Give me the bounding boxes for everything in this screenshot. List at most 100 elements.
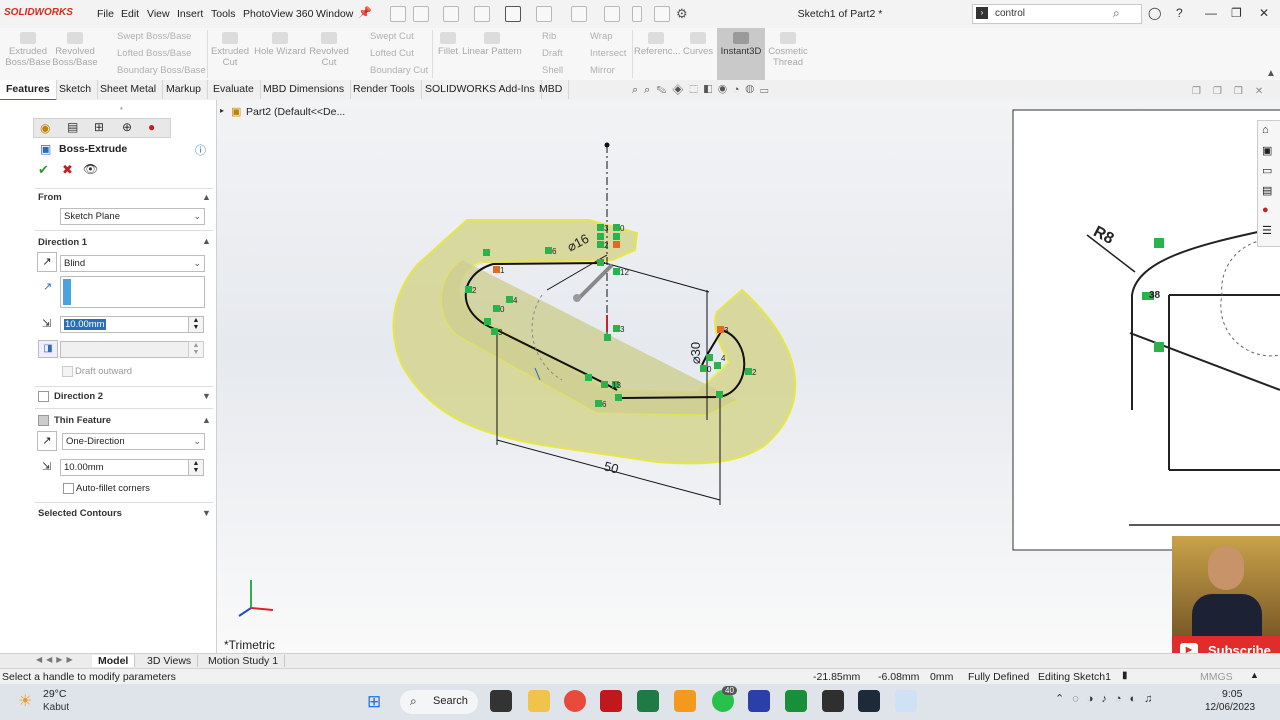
direction1-header[interactable]: Direction 1: [38, 237, 87, 248]
app-orange-icon[interactable]: [674, 690, 696, 712]
status-units[interactable]: MMGS: [1200, 671, 1233, 683]
search-input[interactable]: › control ⌕: [972, 4, 1142, 24]
pin-icon[interactable]: 📌: [358, 6, 372, 19]
reference-geometry-button[interactable]: Referenc...: [634, 46, 680, 57]
depth-input[interactable]: 10.00mm: [60, 316, 191, 333]
new-document-icon[interactable]: [413, 6, 429, 22]
from-select[interactable]: Sketch Plane ⌄: [60, 208, 205, 225]
tab-scroll-arrows[interactable]: ◀◀▶▶: [36, 655, 77, 664]
chevron-up-icon[interactable]: ▲: [202, 236, 211, 246]
menu-insert[interactable]: Insert: [177, 8, 203, 20]
rebuild-icon[interactable]: [604, 6, 620, 22]
menu-view[interactable]: View: [147, 8, 170, 20]
menu-photoview[interactable]: PhotoView 360: [243, 8, 313, 20]
folder-icon[interactable]: ▭: [1262, 164, 1272, 177]
tab-mbd[interactable]: MBD: [533, 80, 570, 99]
snipping-icon[interactable]: [895, 690, 917, 712]
feature-manager-icon[interactable]: ◉: [40, 121, 50, 135]
app-green-icon[interactable]: [785, 690, 807, 712]
excel-icon[interactable]: [637, 690, 659, 712]
swept-cut-button[interactable]: Swept Cut: [370, 31, 414, 42]
tab-model[interactable]: Model: [92, 655, 136, 667]
reverse-thin-direction-icon[interactable]: ↗: [37, 431, 57, 451]
chevron-up-icon[interactable]: ▲: [202, 192, 211, 202]
open-icon[interactable]: [443, 6, 459, 22]
draft-outward-checkbox[interactable]: [62, 366, 73, 377]
dimxpert-icon[interactable]: ⊕: [122, 120, 132, 134]
menu-window[interactable]: Window: [316, 8, 353, 20]
clock-time[interactable]: 9:05: [1222, 688, 1242, 700]
cancel-button[interactable]: ✖: [62, 162, 73, 178]
app-dark-icon[interactable]: [822, 690, 844, 712]
chrome-icon[interactable]: [564, 690, 586, 712]
tab-render-tools[interactable]: Render Tools: [347, 80, 422, 99]
swept-boss-button[interactable]: Swept Boss/Base: [117, 31, 191, 42]
shell-button[interactable]: Shell: [542, 65, 563, 76]
file-explorer-icon[interactable]: ▤: [1262, 184, 1272, 197]
extruded-boss-button[interactable]: Extruded Boss/Base: [4, 46, 52, 68]
tab-evaluate[interactable]: Evaluate: [207, 80, 261, 99]
appearances-icon[interactable]: ●: [1262, 204, 1269, 216]
tab-markup[interactable]: Markup: [160, 80, 209, 99]
depth-spinner[interactable]: ▲ ▼: [188, 316, 204, 333]
terminal-icon[interactable]: [858, 690, 880, 712]
selected-contours-header[interactable]: Selected Contours: [38, 508, 122, 519]
tab-sheet-metal[interactable]: Sheet Metal: [94, 80, 164, 99]
help-icon[interactable]: ?: [1176, 6, 1183, 20]
boundary-boss-button[interactable]: Boundary Boss/Base: [117, 65, 206, 76]
system-tray-icons[interactable]: ⌃◌◑♪◔◐♫: [1055, 692, 1160, 705]
search-icon[interactable]: ⌕: [1113, 6, 1120, 21]
solidworks-taskbar-icon[interactable]: [600, 690, 622, 712]
chevron-down-icon[interactable]: ▼: [202, 508, 211, 518]
gear-icon[interactable]: ⚙: [676, 6, 688, 22]
revolved-boss-button[interactable]: Revolved Boss/Base: [51, 46, 99, 68]
hole-wizard-button[interactable]: Hole Wizard: [252, 46, 308, 57]
preview-eye-icon[interactable]: 👁: [83, 162, 98, 176]
rebuild-indicator-icon[interactable]: ▮: [1122, 670, 1128, 681]
from-header[interactable]: From: [38, 192, 62, 203]
view-tools-icons[interactable]: ⌕⌕✎◈⬚◧◉◔◍▭: [632, 84, 775, 97]
property-manager-icon[interactable]: ▤: [67, 120, 78, 134]
tab-features[interactable]: Features: [0, 80, 57, 101]
tab-motion-study[interactable]: Motion Study 1: [202, 655, 286, 667]
intersect-button[interactable]: Intersect: [590, 48, 626, 59]
direction-selection-box[interactable]: [60, 276, 205, 308]
help-icon[interactable]: ⓘ: [195, 142, 206, 158]
file-explorer-icon[interactable]: [528, 690, 550, 712]
tab-3d-views[interactable]: 3D Views: [141, 655, 199, 667]
tab-sketch[interactable]: Sketch: [53, 80, 99, 99]
revolved-cut-button[interactable]: Revolved Cut: [305, 46, 353, 68]
save-icon[interactable]: [474, 6, 490, 22]
undo-icon[interactable]: [536, 6, 552, 22]
custom-properties-icon[interactable]: ☰: [1262, 224, 1272, 237]
viewport-window-controls[interactable]: ❐❐❐✕: [1192, 86, 1275, 97]
minimize-button[interactable]: —: [1205, 6, 1217, 20]
fillet-button[interactable]: Fillet: [432, 46, 464, 57]
wrap-button[interactable]: Wrap: [590, 31, 613, 42]
task-view-icon[interactable]: [490, 690, 512, 712]
instant3d-button[interactable]: Instant3D: [717, 28, 765, 80]
close-button[interactable]: ✕: [1259, 6, 1269, 20]
restore-button[interactable]: ❐: [1231, 6, 1242, 20]
app-hash-icon[interactable]: [748, 690, 770, 712]
home-icon[interactable]: [390, 6, 406, 22]
collapse-ribbon-icon[interactable]: ▲: [1266, 68, 1276, 79]
draft-icon[interactable]: ◨: [38, 340, 58, 358]
thickness-input[interactable]: 10.00mm: [60, 459, 191, 476]
weather-temp[interactable]: 29°C: [43, 688, 66, 700]
boundary-cut-button[interactable]: Boundary Cut: [370, 65, 428, 76]
chevron-down-icon[interactable]: ▼: [202, 391, 211, 401]
curves-button[interactable]: Curves: [680, 46, 716, 57]
extruded-cut-button[interactable]: Extruded Cut: [206, 46, 254, 68]
print-icon[interactable]: [505, 6, 521, 22]
rib-button[interactable]: Rib: [542, 31, 556, 42]
draft-button[interactable]: Draft: [542, 48, 563, 59]
appearance-icon[interactable]: ●: [148, 120, 155, 134]
mirror-button[interactable]: Mirror: [590, 65, 615, 76]
tab-addins[interactable]: SOLIDWORKS Add-Ins: [419, 80, 542, 99]
configuration-icon[interactable]: ⊞: [94, 120, 104, 134]
direction2-header[interactable]: Direction 2: [54, 391, 103, 402]
traffic-light-icon[interactable]: [632, 6, 642, 22]
reverse-direction-icon[interactable]: ↗: [37, 252, 57, 272]
end-condition-select[interactable]: Blind ⌄: [60, 255, 205, 272]
